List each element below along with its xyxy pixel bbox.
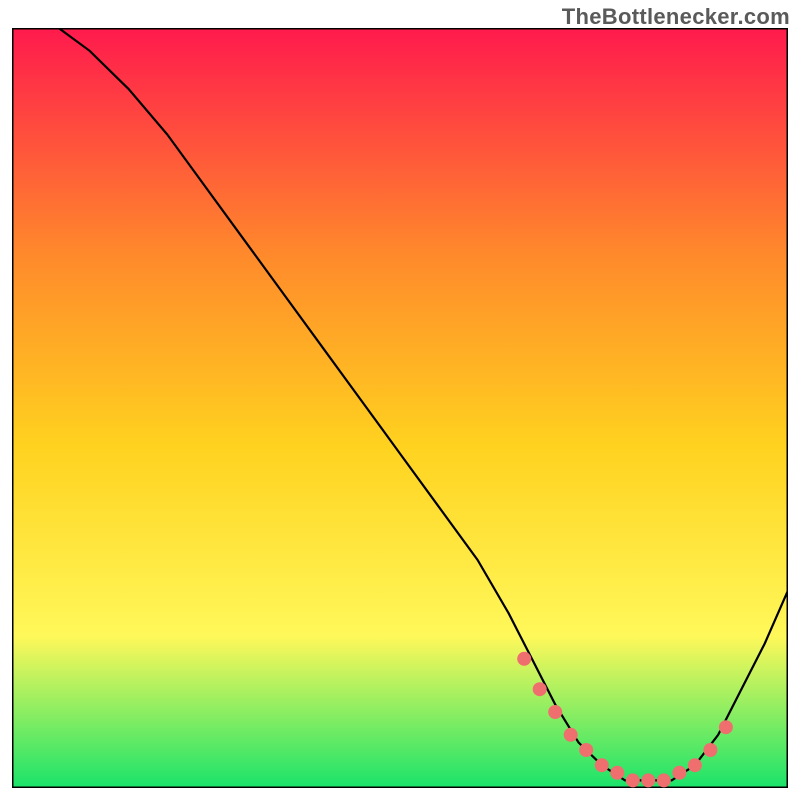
optimal-dot: [688, 758, 702, 772]
chart-svg: [12, 28, 788, 788]
plot-area: [12, 28, 788, 788]
chart-container: TheBottlenecker.com: [0, 0, 800, 800]
optimal-dot: [610, 766, 624, 780]
optimal-dot: [657, 773, 671, 787]
optimal-dot: [533, 682, 547, 696]
optimal-dot: [579, 743, 593, 757]
optimal-dot: [719, 720, 733, 734]
optimal-dot: [595, 758, 609, 772]
optimal-dot: [672, 766, 686, 780]
optimal-dot: [641, 773, 655, 787]
plot-background: [12, 28, 788, 788]
optimal-dot: [703, 743, 717, 757]
optimal-dot: [548, 705, 562, 719]
attribution-label: TheBottlenecker.com: [562, 4, 790, 30]
optimal-dot: [626, 773, 640, 787]
optimal-dot: [564, 728, 578, 742]
optimal-dot: [517, 652, 531, 666]
